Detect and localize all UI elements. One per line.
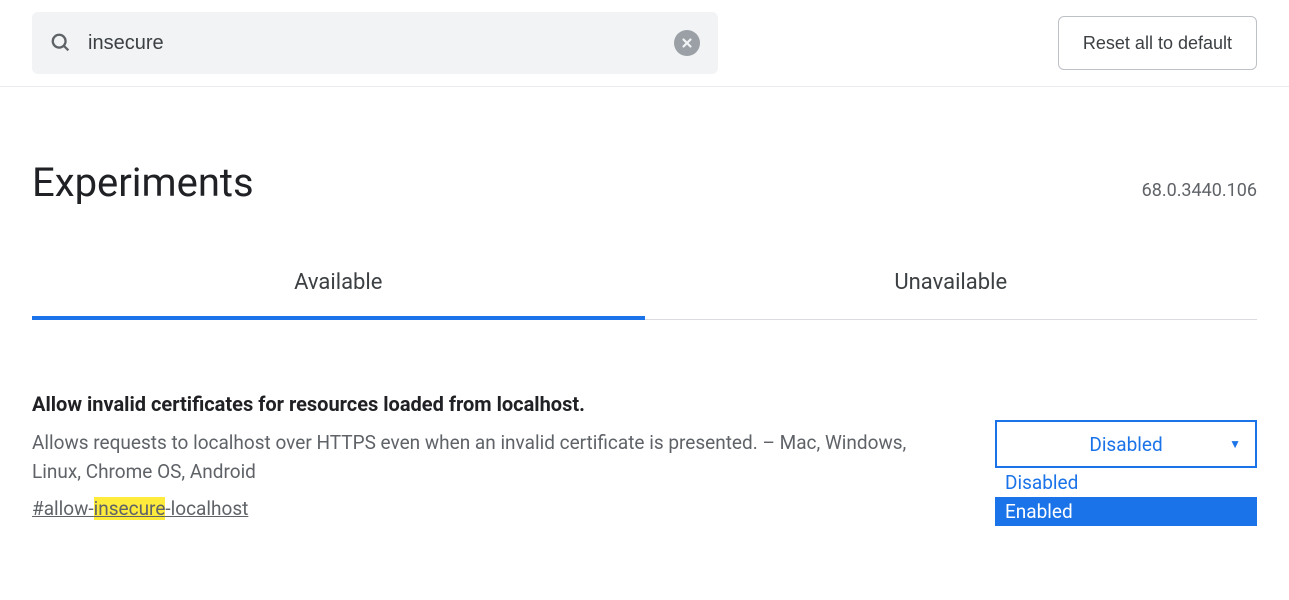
state-select-value: Disabled <box>1089 433 1162 456</box>
experiment-description: Allows requests to localhost over HTTPS … <box>32 428 955 487</box>
tab-unavailable[interactable]: Unavailable <box>645 270 1258 319</box>
search-input[interactable] <box>88 32 674 55</box>
experiment-flag-link[interactable]: #allow-insecure-localhost <box>32 497 248 520</box>
state-select[interactable]: Disabled ▼ <box>995 420 1257 468</box>
reset-all-button[interactable]: Reset all to default <box>1058 16 1257 70</box>
state-option-disabled[interactable]: Disabled <box>995 468 1257 497</box>
title-row: Experiments 68.0.3440.106 <box>32 159 1257 206</box>
tabs: Available Unavailable <box>32 270 1257 320</box>
header-bar: Reset all to default <box>0 0 1289 87</box>
version-label: 68.0.3440.106 <box>1142 180 1257 201</box>
page-title: Experiments <box>32 159 254 206</box>
state-dropdown: Disabled Enabled <box>995 468 1257 526</box>
experiment-details: Allow invalid certificates for resources… <box>32 392 955 520</box>
flag-highlight: insecure <box>94 497 166 520</box>
search-icon <box>50 32 72 54</box>
experiment-row: Allow invalid certificates for resources… <box>32 392 1257 520</box>
tab-available[interactable]: Available <box>32 270 645 319</box>
content: Experiments 68.0.3440.106 Available Unav… <box>0 159 1289 520</box>
experiment-title: Allow invalid certificates for resources… <box>32 392 955 416</box>
flag-prefix: #allow- <box>32 497 94 520</box>
clear-search-icon[interactable] <box>674 30 700 56</box>
state-option-enabled[interactable]: Enabled <box>995 497 1257 526</box>
chevron-down-icon: ▼ <box>1229 437 1241 451</box>
flag-suffix: -localhost <box>165 497 248 520</box>
experiment-control: Disabled ▼ Disabled Enabled <box>995 392 1257 520</box>
search-field[interactable] <box>32 12 718 74</box>
